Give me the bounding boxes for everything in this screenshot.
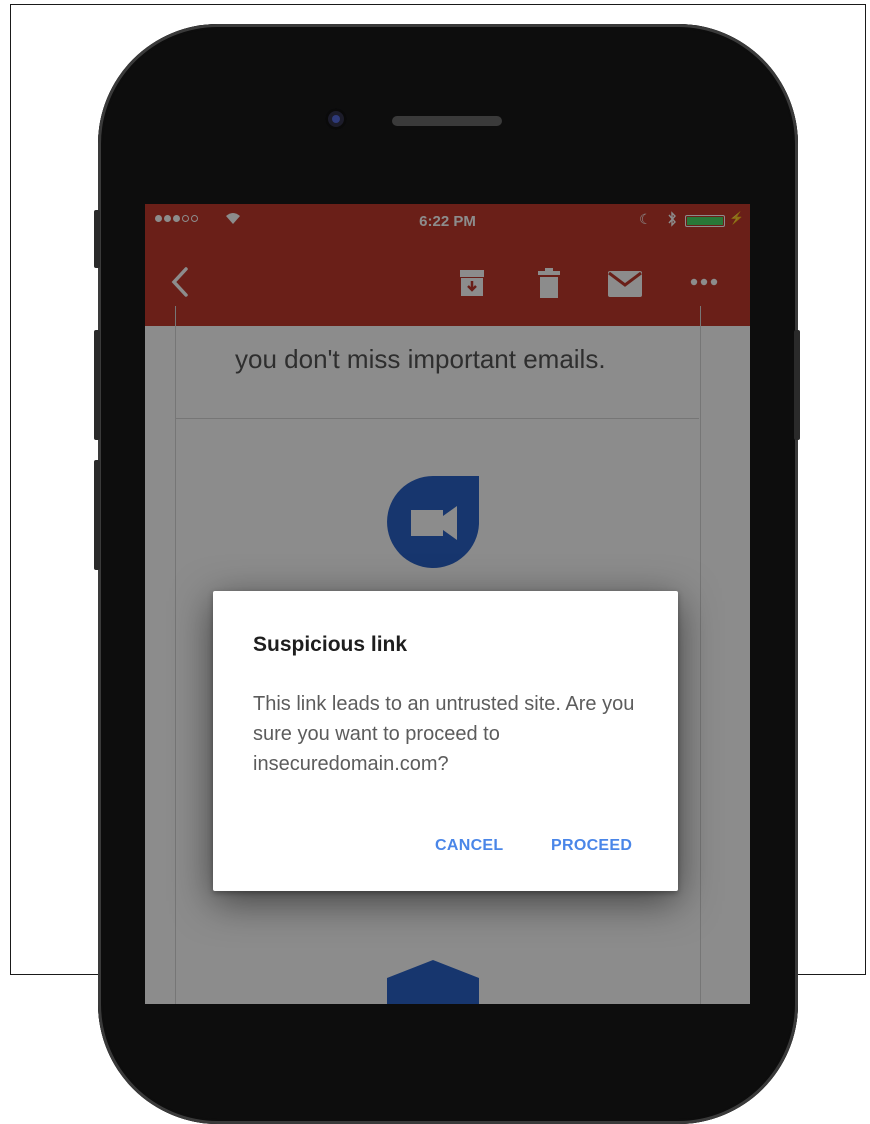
dialog-message: This link leads to an untrusted site. Ar… [253,693,635,775]
volume-down-button [94,460,100,570]
mute-switch [94,210,100,268]
power-button [794,330,800,440]
suspicious-link-dialog: Suspicious link This link leads to an un… [213,591,678,891]
earpiece-speaker [392,116,502,126]
cancel-button[interactable]: CANCEL [435,837,503,855]
volume-up-button [94,330,100,440]
proceed-button[interactable]: PROCEED [551,837,632,855]
front-camera [325,108,347,130]
dialog-title: Suspicious link [253,633,408,656]
